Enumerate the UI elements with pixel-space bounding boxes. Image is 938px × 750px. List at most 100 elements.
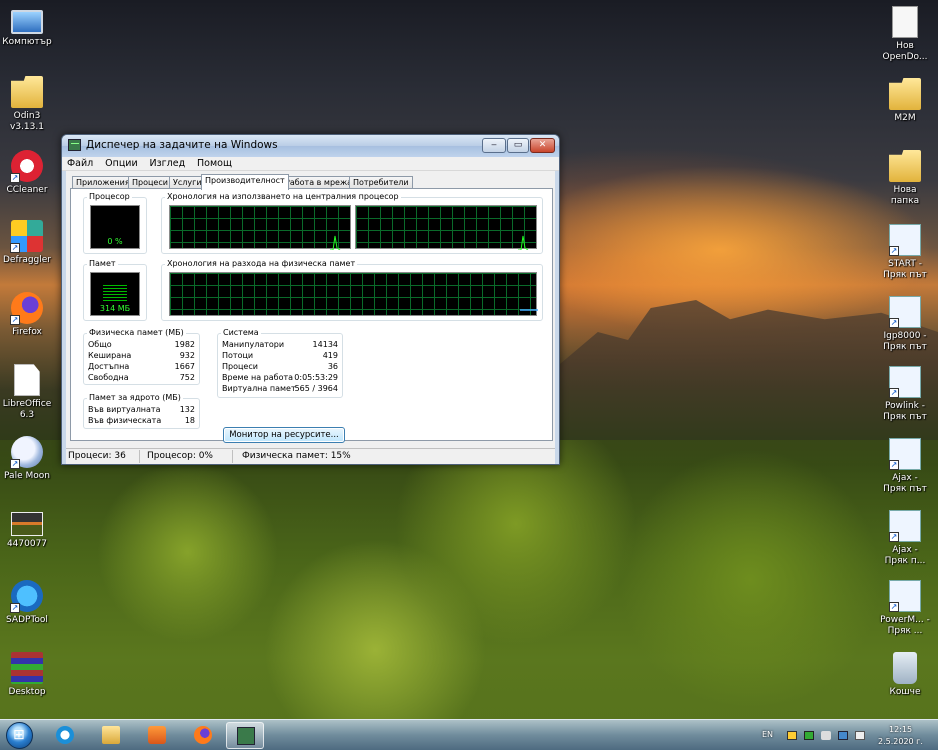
system-uptime-value: 0:05:53:29 bbox=[294, 373, 338, 382]
status-processes: Процеси: 36 bbox=[68, 451, 126, 461]
desktop-icon-start-shortcut[interactable]: ↗ START - Пряк път bbox=[874, 224, 936, 281]
desktop-icon-label: M2M bbox=[894, 113, 916, 123]
desktop-icon-sadptool[interactable]: ↗ SADPTool bbox=[0, 580, 58, 626]
tray-app-icon[interactable] bbox=[787, 731, 797, 740]
desktop-icon-ccleaner[interactable]: ↗ CCleaner bbox=[0, 150, 58, 196]
tray-network-icon[interactable] bbox=[804, 731, 814, 740]
memory-history-title: Хронология на разхода на физическа памет bbox=[165, 259, 358, 268]
task-manager-window[interactable]: Диспечер на задачите на Windows ‒ ▭ ✕ Фа… bbox=[61, 134, 560, 465]
status-memory: Физическа памет: 15% bbox=[242, 451, 351, 461]
shortcut-icon: ↗ bbox=[889, 366, 921, 398]
taskbar-task-manager[interactable] bbox=[226, 722, 264, 749]
menu-view[interactable]: Изглед bbox=[145, 157, 190, 169]
status-bar: Процеси: 36 Процесор: 0% Физическа памет… bbox=[66, 448, 555, 464]
ccleaner-icon: ↗ bbox=[10, 150, 43, 183]
resource-monitor-button[interactable]: Монитор на ресурсите... bbox=[223, 427, 345, 443]
shortcut-icon: ↗ bbox=[889, 580, 921, 612]
taskbar-explorer[interactable] bbox=[92, 722, 130, 749]
title-bar[interactable]: Диспечер на задачите на Windows ‒ ▭ ✕ bbox=[62, 135, 559, 157]
tray-volume-icon[interactable] bbox=[821, 731, 831, 740]
desktop-icon-label: Desktop bbox=[8, 687, 46, 697]
desktop-icon-ajax-shortcut-2[interactable]: ↗ Ajax - Пряк п... bbox=[874, 510, 936, 567]
cpu-history-group: Хронология на използването на централния… bbox=[161, 192, 543, 254]
memory-history-group: Хронология на разхода на физическа памет bbox=[161, 259, 543, 321]
desktop-icon-label: Компютър bbox=[2, 37, 52, 47]
system-group: Система Манипулатори 14134 Потоци 419 Пр… bbox=[217, 328, 343, 398]
recycle-bin-icon bbox=[893, 652, 917, 684]
system-processes-label: Процеси bbox=[222, 362, 258, 371]
performance-panel: Процесор 0 % Хронология на използването … bbox=[70, 188, 553, 443]
taskbar-firefox[interactable] bbox=[184, 722, 222, 749]
window-title: Диспечер на задачите на Windows bbox=[86, 139, 278, 151]
desktop-icon-libreoffice[interactable]: LibreOffice 6.3 bbox=[0, 364, 58, 421]
physical-memory-cached-label: Кеширана bbox=[88, 351, 132, 360]
shortcut-arrow-icon: ↗ bbox=[889, 532, 899, 542]
memory-history-graph bbox=[169, 272, 538, 316]
clock-date[interactable]: 2.5.2020 г. bbox=[878, 737, 923, 746]
close-button[interactable]: ✕ bbox=[530, 138, 555, 153]
maximize-button[interactable]: ▭ bbox=[507, 138, 529, 153]
desktop-icon-igp8000-shortcut[interactable]: ↗ Igp8000 - Пряк път bbox=[874, 296, 936, 353]
start-orb-icon[interactable] bbox=[6, 722, 33, 749]
desktop-icon-new-folder[interactable]: Нова папка bbox=[874, 150, 936, 207]
kernel-paged-label: Във виртуалната bbox=[88, 405, 161, 414]
memory-gauge-bars bbox=[103, 285, 127, 303]
sadp-icon: ↗ bbox=[10, 580, 43, 613]
shortcut-arrow-icon: ↗ bbox=[889, 246, 899, 256]
language-indicator[interactable]: EN bbox=[762, 730, 773, 739]
desktop-icon-defraggler[interactable]: ↗ Defraggler bbox=[0, 220, 58, 266]
tray-keyboard-icon[interactable] bbox=[855, 731, 865, 740]
defraggler-icon: ↗ bbox=[10, 220, 43, 253]
shortcut-arrow-icon: ↗ bbox=[10, 173, 20, 183]
desktop-icon-m2m[interactable]: M2M bbox=[874, 78, 936, 124]
menu-help[interactable]: Помощ bbox=[192, 157, 236, 169]
kernel-memory-group: Памет за ядрото (МБ) Във виртуалната 132… bbox=[83, 393, 200, 429]
task-manager-icon bbox=[68, 139, 81, 151]
desktop-icon-label: START - Пряк път bbox=[883, 259, 927, 280]
system-commit-label: Виртуална памет bbox=[222, 384, 296, 393]
desktop-icon-recycle-bin[interactable]: Кошче bbox=[874, 652, 936, 698]
desktop-icon-computer[interactable]: Компютър bbox=[0, 6, 58, 48]
cpu-history-trace-1 bbox=[330, 235, 341, 250]
cpu-history-graph-2 bbox=[355, 205, 537, 250]
firefox-icon: ↗ bbox=[10, 292, 43, 325]
tab-performance[interactable]: Производителност bbox=[201, 174, 289, 190]
shortcut-arrow-icon: ↗ bbox=[10, 603, 20, 613]
clock-time[interactable]: 12:15 bbox=[889, 725, 912, 734]
internet-explorer-icon bbox=[56, 726, 74, 744]
desktop-icon-desktop[interactable]: Desktop bbox=[0, 652, 58, 698]
physical-memory-free-label: Свободна bbox=[88, 373, 129, 382]
status-cpu: Процесор: 0% bbox=[147, 451, 213, 461]
media-player-icon bbox=[148, 726, 166, 744]
explorer-icon bbox=[102, 726, 120, 744]
desktop-icon-label: Firefox bbox=[12, 327, 42, 337]
kernel-nonpaged-label: Във физическата bbox=[88, 416, 162, 425]
desktop-icon-4470077[interactable]: 4470077 bbox=[0, 512, 58, 550]
desktop-icon-ajax-shortcut[interactable]: ↗ Ajax - Пряк път bbox=[874, 438, 936, 495]
menu-options[interactable]: Опции bbox=[100, 157, 142, 169]
task-manager-icon bbox=[237, 727, 255, 745]
desktop-icon-firefox[interactable]: ↗ Firefox bbox=[0, 292, 58, 338]
taskbar-internet-explorer[interactable] bbox=[46, 722, 84, 749]
desktop-icon-new-opendocument[interactable]: Нов OpenDo... bbox=[874, 6, 936, 63]
memory-group-title: Памет bbox=[87, 259, 118, 268]
menu-file[interactable]: Файл bbox=[62, 157, 97, 169]
pale-moon-icon: ↗ bbox=[10, 436, 43, 469]
desktop-icon-label: Odin3 v3.13.1 bbox=[10, 111, 44, 132]
cpu-history-trace-2 bbox=[518, 235, 529, 250]
taskbar-media-player[interactable] bbox=[138, 722, 176, 749]
physical-memory-available-value: 1667 bbox=[174, 362, 195, 371]
physical-memory-available-label: Достъпна bbox=[88, 362, 130, 371]
shortcut-icon: ↗ bbox=[889, 296, 921, 328]
tray-display-icon[interactable] bbox=[838, 731, 848, 740]
desktop-icon-pale-moon[interactable]: ↗ Pale Moon bbox=[0, 436, 58, 482]
desktop-icon-powerm-shortcut[interactable]: ↗ PowerM... - Пряк ... bbox=[874, 580, 936, 637]
shortcut-arrow-icon: ↗ bbox=[10, 243, 20, 253]
desktop-icon-powlink-shortcut[interactable]: ↗ Powlink - Пряк път bbox=[874, 366, 936, 423]
shortcut-arrow-icon: ↗ bbox=[889, 602, 899, 612]
desktop-icon-label: LibreOffice 6.3 bbox=[2, 399, 52, 420]
desktop-icon-label: SADPTool bbox=[6, 615, 48, 625]
minimize-button[interactable]: ‒ bbox=[482, 138, 506, 153]
desktop-icon-odin3[interactable]: Odin3 v3.13.1 bbox=[0, 76, 58, 133]
desktop-icon-label: Нова папка bbox=[890, 185, 920, 206]
